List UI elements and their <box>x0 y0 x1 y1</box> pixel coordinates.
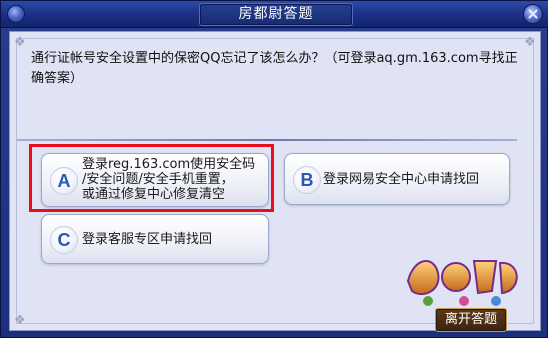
option-c-badge: C <box>50 226 78 254</box>
leave-quiz-button[interactable]: 离开答题 <box>435 308 507 332</box>
corner-ornament-icon: ❖ <box>524 35 536 50</box>
option-a-button[interactable]: A 登录reg.163.com使用安全码 /安全问题/安全手机重置， 或通过修复… <box>41 153 269 207</box>
dialog-title: 房都尉答题 <box>238 6 314 22</box>
dialog-window: 房都尉答题 ❖ ❖ ❖ 通行证帐号安全设置中的保密QQ忘记了该怎么办？（可登录a… <box>0 0 548 338</box>
game-logo <box>404 251 524 311</box>
option-b-button[interactable]: B 登录网易安全中心申请找回 <box>284 153 510 205</box>
title-plate: 房都尉答题 <box>199 3 353 26</box>
option-a-label-line2: /安全问题/安全手机重置， <box>82 172 234 187</box>
option-c-button[interactable]: C 登录客服专区申请找回 <box>41 214 269 264</box>
option-a-badge: A <box>50 167 78 195</box>
corner-ornament-icon: ❖ <box>14 313 26 328</box>
option-b-badge: B <box>293 166 321 194</box>
option-a-label-line1: 登录reg.163.com使用安全码 <box>82 157 256 172</box>
corner-ornament-icon: ❖ <box>14 35 26 50</box>
question-text: 通行证帐号安全设置中的保密QQ忘记了该怎么办？（可登录aq.gm.163.com… <box>31 51 518 86</box>
title-bar[interactable]: 房都尉答题 <box>1 1 548 28</box>
option-a-label-line3: 或通过修复中心修复清空 <box>82 187 226 202</box>
option-b-label: 登录网易安全中心申请找回 <box>323 172 480 187</box>
corner-ornament-icon <box>7 5 25 23</box>
divider <box>17 139 517 141</box>
close-icon[interactable] <box>523 4 543 24</box>
option-c-label: 登录客服专区申请找回 <box>82 232 213 247</box>
game-logo-graphic <box>406 260 518 306</box>
